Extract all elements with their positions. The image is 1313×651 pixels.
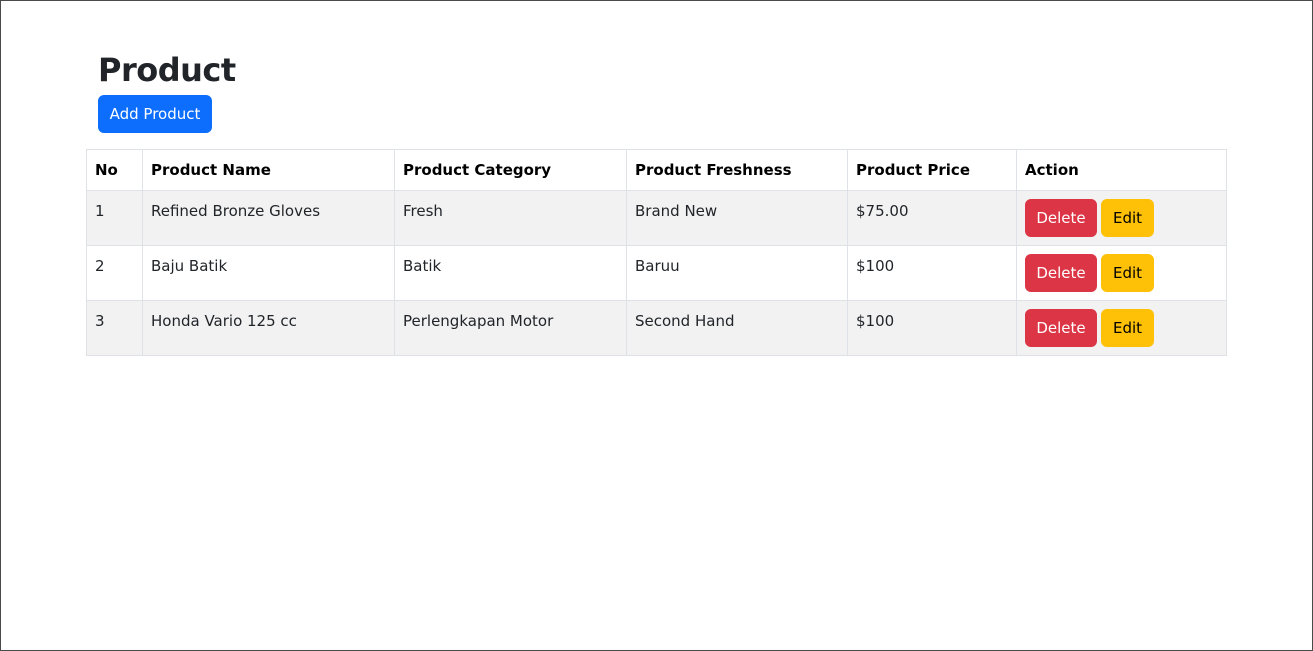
- table-header: No Product Name Product Category Product…: [86, 149, 1227, 191]
- cell-product-category: Perlengkapan Motor: [394, 300, 627, 356]
- header-product-category: Product Category: [394, 149, 627, 191]
- cell-action: Delete Edit: [1016, 190, 1227, 246]
- cell-no: 3: [86, 300, 143, 356]
- cell-product-category: Fresh: [394, 190, 627, 246]
- header-product-price: Product Price: [847, 149, 1017, 191]
- cell-action: Delete Edit: [1016, 245, 1227, 301]
- cell-action: Delete Edit: [1016, 300, 1227, 356]
- add-product-button[interactable]: Add Product: [98, 95, 212, 133]
- cell-product-price: $100: [847, 245, 1017, 301]
- cell-no: 2: [86, 245, 143, 301]
- header-product-name: Product Name: [142, 149, 395, 191]
- header-no: No: [86, 149, 143, 191]
- table-row: 2 Baju Batik Batik Baruu $100 Delete Edit: [86, 245, 1227, 301]
- delete-button[interactable]: Delete: [1025, 309, 1097, 347]
- cell-product-freshness: Baruu: [626, 245, 848, 301]
- cell-product-freshness: Brand New: [626, 190, 848, 246]
- cell-product-freshness: Second Hand: [626, 300, 848, 356]
- page-title: Product: [98, 51, 236, 89]
- products-table: No Product Name Product Category Product…: [86, 149, 1227, 356]
- cell-product-price: $75.00: [847, 190, 1017, 246]
- table-row: 1 Refined Bronze Gloves Fresh Brand New …: [86, 190, 1227, 246]
- cell-product-name: Baju Batik: [142, 245, 395, 301]
- delete-button[interactable]: Delete: [1025, 254, 1097, 292]
- table-row: 3 Honda Vario 125 cc Perlengkapan Motor …: [86, 300, 1227, 356]
- cell-product-name: Refined Bronze Gloves: [142, 190, 395, 246]
- table-header-row: No Product Name Product Category Product…: [86, 149, 1227, 191]
- delete-button[interactable]: Delete: [1025, 199, 1097, 237]
- cell-product-name: Honda Vario 125 cc: [142, 300, 395, 356]
- cell-no: 1: [86, 190, 143, 246]
- header-product-freshness: Product Freshness: [626, 149, 848, 191]
- edit-button[interactable]: Edit: [1101, 199, 1154, 237]
- table-body: 1 Refined Bronze Gloves Fresh Brand New …: [86, 190, 1227, 356]
- edit-button[interactable]: Edit: [1101, 254, 1154, 292]
- cell-product-category: Batik: [394, 245, 627, 301]
- cell-product-price: $100: [847, 300, 1017, 356]
- edit-button[interactable]: Edit: [1101, 309, 1154, 347]
- header-action: Action: [1016, 149, 1227, 191]
